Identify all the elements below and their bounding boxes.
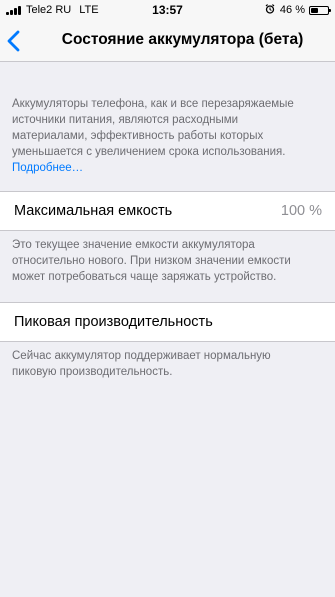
maximum-capacity-note: Это текущее значение емкости аккумулятор… bbox=[12, 237, 324, 285]
peak-performance-label: Пиковая производительность bbox=[14, 314, 213, 330]
maximum-capacity-label: Максимальная емкость bbox=[14, 203, 173, 219]
note-line: относительно нового. При низком значении… bbox=[12, 255, 291, 267]
status-right: 46 % bbox=[265, 0, 331, 20]
note-line: пиковую производительность. bbox=[12, 366, 173, 378]
maximum-capacity-row: Максимальная емкость 100 % bbox=[0, 191, 335, 231]
intro-line: материалами, эффективность работы которы… bbox=[12, 130, 264, 142]
battery-percent: 46 % bbox=[279, 4, 305, 16]
battery-icon bbox=[309, 5, 331, 15]
note-line: может потребоваться чаще заряжать устрой… bbox=[12, 271, 277, 283]
alarm-clock-icon bbox=[265, 3, 275, 17]
back-button[interactable] bbox=[4, 25, 34, 57]
page-title: Состояние аккумулятора (бета) bbox=[61, 31, 304, 48]
intro-line: уменьшается с увеличением срока использо… bbox=[12, 146, 286, 158]
learn-more-link[interactable]: Подробнее… bbox=[12, 160, 324, 176]
intro-line: Аккумуляторы телефона, как и все перезар… bbox=[12, 98, 294, 110]
maximum-capacity-value: 100 % bbox=[280, 203, 322, 219]
note-line: Это текущее значение емкости аккумулятор… bbox=[12, 239, 255, 251]
note-line: Сейчас аккумулятор поддерживает нормальн… bbox=[12, 350, 271, 362]
peak-performance-note: Сейчас аккумулятор поддерживает нормальн… bbox=[12, 348, 324, 380]
navigation-bar: Состояние аккумулятора (бета) bbox=[0, 20, 335, 62]
peak-performance-row: Пиковая производительность bbox=[0, 302, 335, 342]
intro-line: источники питания, являются расходными bbox=[12, 114, 239, 126]
battery-intro-text: Аккумуляторы телефона, как и все перезар… bbox=[12, 96, 324, 176]
chevron-left-icon bbox=[7, 30, 20, 52]
battery-level-fill bbox=[311, 7, 319, 13]
status-bar: Tele2 RU LTE 13:57 46 % bbox=[0, 0, 335, 20]
